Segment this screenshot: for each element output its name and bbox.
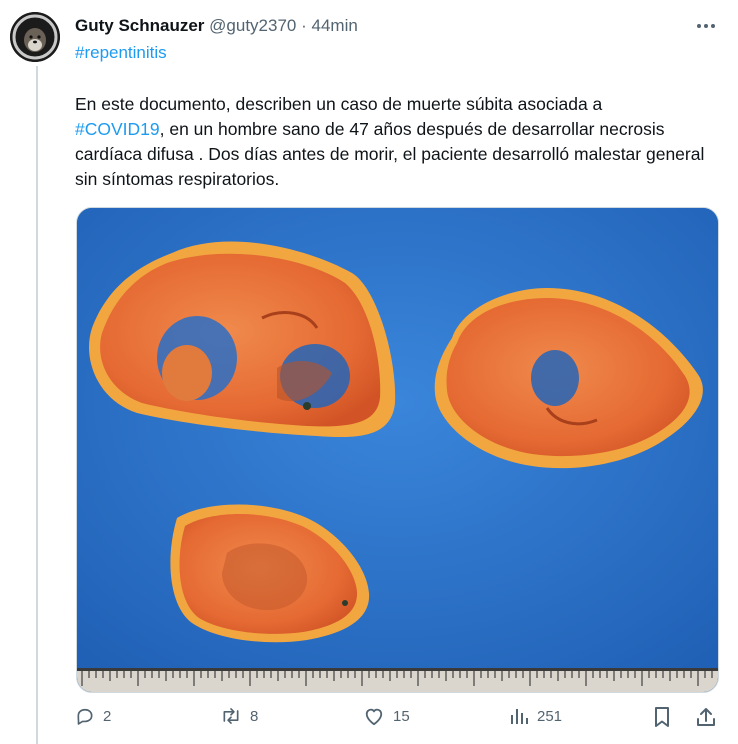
thread-line xyxy=(36,66,38,744)
meta-separator: · xyxy=(301,16,307,35)
tweet-text-part: En este documento, describen un caso de … xyxy=(75,94,603,114)
author-handle[interactable]: @guty2370 xyxy=(209,16,296,35)
share-icon xyxy=(697,708,715,726)
reply-button[interactable]: 2 xyxy=(75,706,111,726)
views-button[interactable]: 251 xyxy=(509,706,562,726)
retweet-icon xyxy=(223,708,239,724)
tweet-text-part: , en un hombre sano de 47 años después d… xyxy=(75,119,705,189)
tweet-actions: 2 8 15 251 xyxy=(75,706,725,734)
like-count: 15 xyxy=(393,707,410,725)
tweet-text: En este documento, describen un caso de … xyxy=(75,92,715,192)
bookmark-icon xyxy=(655,707,669,727)
heart-icon xyxy=(365,708,383,726)
hashtag-link[interactable]: #repentinitis xyxy=(75,43,167,63)
reply-count: 2 xyxy=(103,707,112,725)
reply-icon xyxy=(77,708,93,725)
avatar-image xyxy=(10,12,60,62)
bookmark-button[interactable] xyxy=(652,706,672,728)
retweet-button[interactable]: 8 xyxy=(220,706,258,726)
ruler xyxy=(77,668,718,692)
author-name[interactable]: Guty Schnauzer xyxy=(75,16,204,35)
like-button[interactable]: 15 xyxy=(363,706,410,726)
views-count: 251 xyxy=(537,707,563,725)
tweet-header: Guty Schnauzer @guty2370 · 44min xyxy=(75,14,358,38)
more-button[interactable] xyxy=(696,16,716,41)
analytics-icon xyxy=(511,709,528,724)
heart-slices-photo xyxy=(77,208,718,692)
avatar[interactable] xyxy=(10,12,60,62)
tweet-time[interactable]: 44min xyxy=(312,16,358,35)
retweet-count: 8 xyxy=(250,707,259,725)
tweet-image[interactable] xyxy=(76,207,719,693)
share-button[interactable] xyxy=(695,706,717,728)
more-dots-icon xyxy=(697,24,715,28)
covid-hashtag-link[interactable]: #COVID19 xyxy=(75,119,160,139)
